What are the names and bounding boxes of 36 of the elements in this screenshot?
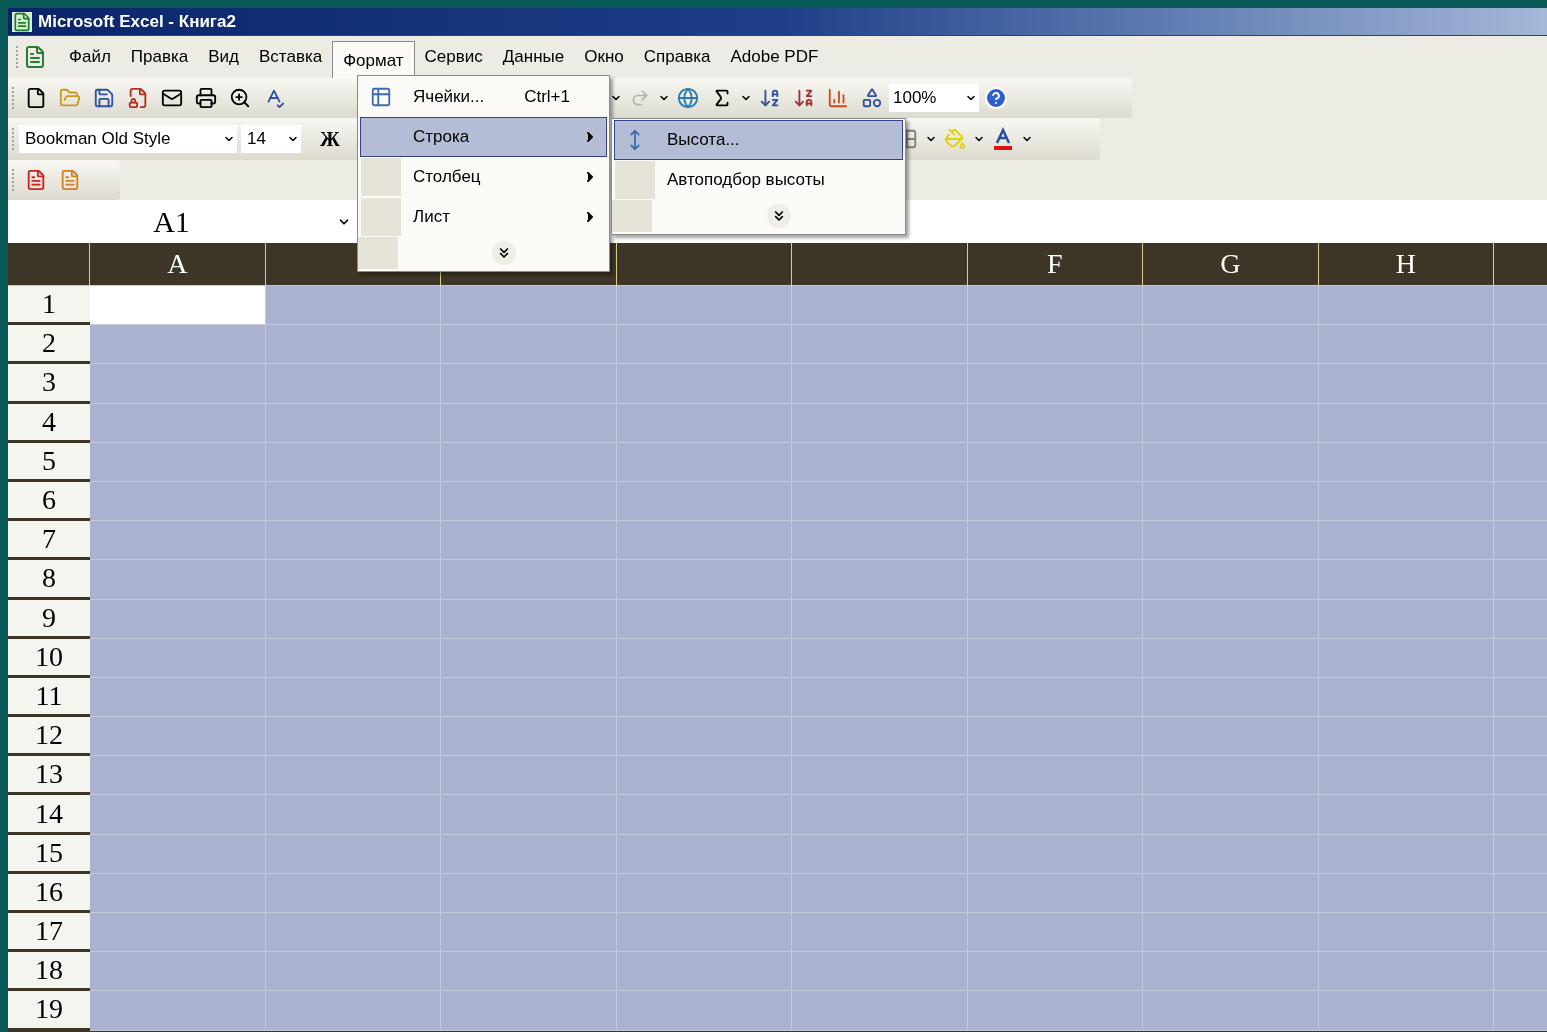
font-name-field[interactable]: Bookman Old Style: [19, 125, 237, 153]
menu-bar-item[interactable]: Данные: [492, 38, 575, 76]
menu-bar-item[interactable]: Сервис: [414, 38, 493, 76]
row-header[interactable]: 4: [8, 403, 90, 443]
menu-item[interactable]: Лист: [360, 197, 607, 237]
column-header[interactable]: G: [1143, 243, 1319, 285]
row-header[interactable]: 19: [8, 991, 90, 1031]
font-size-field[interactable]: 14: [241, 125, 301, 153]
window-title: Microsoft Excel - Книга2: [38, 10, 236, 33]
column-header[interactable]: H: [1318, 243, 1494, 285]
menu-bar-item[interactable]: Вставка: [249, 38, 333, 76]
menu-bar-item[interactable]: Вид: [198, 38, 249, 76]
row-header[interactable]: 8: [8, 560, 90, 600]
row-header[interactable]: 15: [8, 834, 90, 874]
menu-bar-item[interactable]: Правка: [120, 38, 199, 76]
shortcut-label: Ctrl+1: [524, 86, 570, 109]
menu-item[interactable]: Столбец: [360, 157, 607, 197]
row-header[interactable]: 5: [8, 442, 90, 482]
menu-item[interactable]: Высота...: [614, 120, 903, 160]
menu-item[interactable]: Ячейки... Ctrl+1: [360, 77, 607, 117]
menu-bar-item[interactable]: Справка: [633, 38, 721, 76]
menu-bar-item[interactable]: Файл: [59, 38, 121, 76]
row-header[interactable]: 9: [8, 599, 90, 639]
zoom-field[interactable]: 100%: [889, 84, 979, 112]
menu-item[interactable]: Автоподбор высоты: [614, 160, 903, 200]
column-header[interactable]: A: [90, 243, 266, 285]
menu-bar-item[interactable]: Adobe PDF: [720, 38, 829, 76]
row-header[interactable]: 16: [8, 873, 90, 913]
menu-item[interactable]: Строка: [360, 117, 607, 157]
row-header[interactable]: 3: [8, 364, 90, 404]
row-header[interactable]: 10: [8, 638, 90, 678]
column-header[interactable]: F: [967, 243, 1143, 285]
menu-bar-item[interactable]: Формат: [332, 41, 415, 79]
menu-bar-item[interactable]: Окно: [574, 38, 634, 76]
bold-button[interactable]: Ж: [315, 124, 345, 154]
row-header[interactable]: 14: [8, 795, 90, 835]
